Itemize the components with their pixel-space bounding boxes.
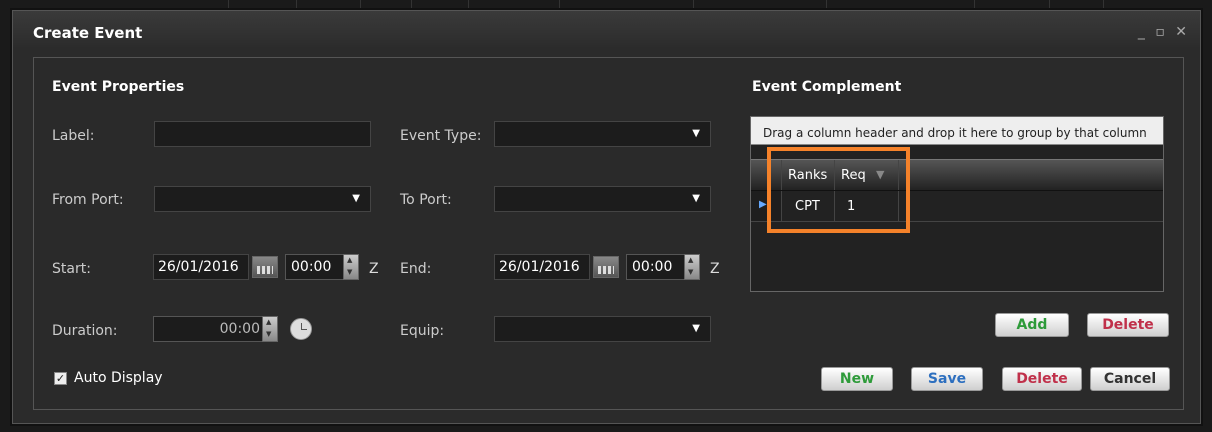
dialog-titlebar[interactable]: Create Event _ ▫ ✕ [13,11,1200,47]
main-panel: Event Properties Label: Event Type: From… [33,57,1184,410]
event-type-label: Event Type: [400,128,482,144]
auto-display-label: Auto Display [74,370,163,386]
end-timezone: Z [710,261,720,277]
delete-event-button[interactable]: Delete [1002,367,1082,391]
equip-dropdown[interactable] [494,316,711,342]
end-label: End: [400,261,432,277]
end-time-input[interactable]: 00:00 [626,254,687,280]
label-input[interactable] [154,121,371,147]
duration-label: Duration: [52,323,118,339]
group-by-hint[interactable]: Drag a column header and drop it here to… [751,117,1163,145]
equip-label: Equip: [400,323,445,339]
duration-input[interactable]: 00:00 [153,316,265,342]
delete-complement-button[interactable]: Delete [1087,313,1169,337]
end-date-input[interactable]: 26/01/2016 [494,254,590,280]
end-calendar-icon[interactable] [593,256,619,278]
start-time-input[interactable]: 00:00 [285,254,346,280]
start-date-input[interactable]: 26/01/2016 [153,254,249,280]
from-port-dropdown[interactable] [154,186,371,212]
event-complement-title: Event Complement [752,79,902,95]
window-controls[interactable]: _ ▫ ✕ [1138,24,1190,40]
to-port-dropdown[interactable] [494,186,711,212]
cancel-button[interactable]: Cancel [1090,367,1170,391]
from-port-label: From Port: [52,192,124,208]
start-label: Start: [52,261,91,277]
add-complement-button[interactable]: Add [995,313,1069,337]
event-type-dropdown[interactable] [494,121,711,147]
start-time-spinner[interactable] [343,254,359,280]
new-button[interactable]: New [821,367,893,391]
duration-spinner[interactable] [262,316,278,342]
create-event-dialog: Create Event _ ▫ ✕ Event Properties Labe… [12,10,1201,424]
start-timezone: Z [369,261,379,277]
highlight-box [767,147,910,233]
auto-display-checkbox[interactable]: ✓ [54,372,67,385]
start-calendar-icon[interactable] [252,256,278,278]
label-label: Label: [52,128,95,144]
to-port-label: To Port: [400,192,452,208]
dialog-title: Create Event [33,24,143,42]
event-properties-title: Event Properties [52,79,185,95]
save-button[interactable]: Save [911,367,983,391]
end-time-spinner[interactable] [684,254,700,280]
clock-icon[interactable] [290,318,312,340]
